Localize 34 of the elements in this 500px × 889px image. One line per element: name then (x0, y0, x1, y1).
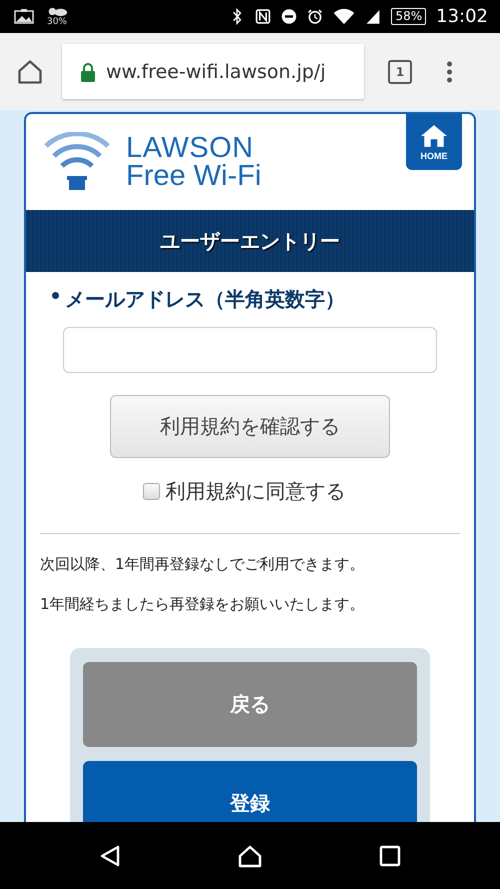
tab-count-button[interactable]: 1 (388, 60, 412, 84)
url-text: ww.free-wifi.lawson.jp/j (106, 60, 326, 82)
wifi-icon (333, 8, 356, 25)
image-notification-icon (14, 8, 34, 24)
page-title: ユーザーエントリー (160, 228, 340, 254)
weather-percent: 30% (46, 17, 67, 27)
home-icon (16, 58, 44, 86)
back-button[interactable]: 戻る (83, 662, 417, 747)
lock-icon (80, 62, 96, 82)
clock: 13:02 (436, 6, 488, 27)
do-not-disturb-icon (281, 8, 298, 25)
home-icon[interactable] (238, 844, 262, 868)
recent-apps-icon[interactable] (378, 844, 402, 868)
weather-icon (46, 6, 68, 17)
battery-indicator: 58% (391, 8, 426, 25)
email-input-field[interactable] (63, 327, 437, 373)
bullet-icon (52, 292, 59, 299)
register-button[interactable]: 登録 (83, 761, 417, 822)
address-bar[interactable]: ww.free-wifi.lawson.jp/j (62, 44, 364, 99)
email-label: メールアドレス（半角英数字） (65, 286, 345, 313)
terms-button[interactable]: 利用規約を確認する (110, 395, 390, 458)
logo-subtitle: Free Wi-Fi (126, 162, 262, 190)
house-icon (421, 124, 447, 148)
wifi-store-logo-icon (42, 132, 112, 192)
alarm-icon (307, 8, 324, 25)
menu-icon (446, 60, 453, 84)
logo-text: LAWSON (126, 134, 255, 162)
nfc-icon (255, 8, 272, 25)
notice-text: 1年間経ちましたら再登録をお願いいたします。 (40, 594, 366, 615)
back-icon[interactable] (98, 844, 122, 868)
notice-text: 次回以降、1年間再登録なしでご利用できます。 (40, 554, 366, 575)
checkbox[interactable] (142, 483, 160, 500)
home-link-button[interactable]: HOME (406, 114, 462, 170)
signal-icon (365, 8, 382, 25)
